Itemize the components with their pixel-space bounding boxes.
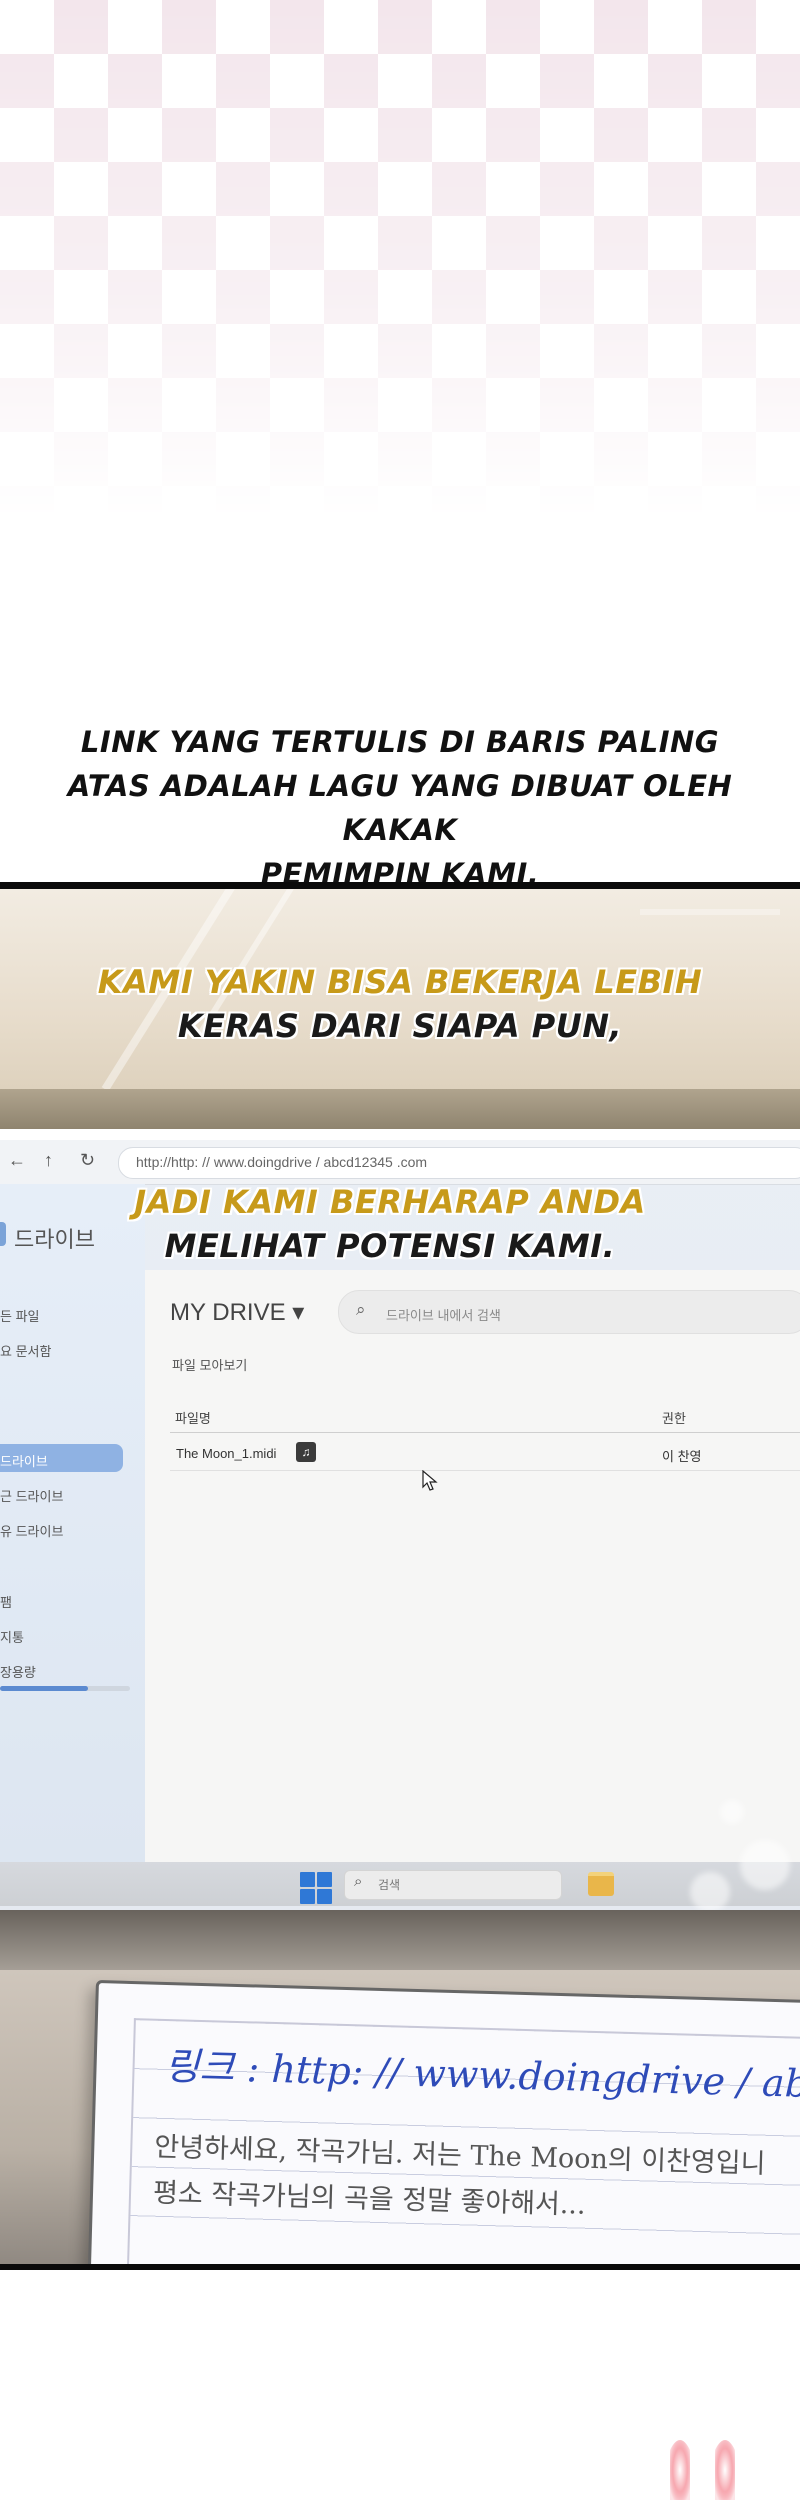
reload-icon[interactable]: ↻: [80, 1150, 95, 1171]
floor-ledge: [0, 1089, 800, 1129]
pink-logo-mark: [670, 2440, 735, 2500]
column-header-filename[interactable]: 파일명: [175, 1408, 211, 1427]
drive-title: 드라이브: [14, 1227, 95, 1252]
monitor-edge: [0, 1910, 800, 1970]
sidebar-item-trash[interactable]: 지통: [0, 1627, 24, 1646]
taskbar-search-icon: ⌕: [354, 1873, 363, 1890]
panel2-line-1: JADI KAMI BERHARAP ANDA: [134, 1183, 646, 1221]
back-arrow-icon[interactable]: ←: [8, 1150, 26, 1171]
storage-bar-fill: [0, 1686, 89, 1691]
table-header-divider: [170, 1432, 800, 1433]
panel1-caption: KAMI YAKIN BISA BEKERJA LEBIH KERAS DARI…: [60, 960, 740, 1048]
panel1-line-2: KERAS DARI SIAPA PUN,: [177, 1007, 623, 1045]
bokeh-light: [720, 1800, 744, 1824]
panel2-line-2: MELIHAT POTENSI KAMI.: [164, 1227, 616, 1265]
address-bar-url: http://http: // www.doingdrive / abcd123…: [136, 1154, 428, 1170]
file-row-name[interactable]: The Moon_1.midi: [176, 1446, 276, 1461]
sidebar-item-my-drive[interactable]: 드라이브: [0, 1451, 48, 1470]
view-all-files-link[interactable]: 파일 모아보기: [172, 1355, 247, 1374]
search-icon: ⌕: [356, 1300, 366, 1319]
panel2-caption: JADI KAMI BERHARAP ANDA MELIHAT POTENSI …: [90, 1180, 690, 1268]
panel1-line-1: KAMI YAKIN BISA BEKERJA LEBIH: [97, 963, 703, 1001]
bokeh-light: [740, 1840, 790, 1890]
table-row-divider: [170, 1470, 800, 1471]
checker-background: [0, 0, 800, 520]
sidebar-item-shared[interactable]: 유 드라이브: [0, 1521, 63, 1540]
up-arrow-icon[interactable]: ↑: [44, 1150, 53, 1171]
folder-icon[interactable]: [588, 1872, 614, 1896]
windows-start-icon[interactable]: [300, 1872, 332, 1904]
taskbar-search-input[interactable]: [344, 1870, 562, 1900]
column-header-permission[interactable]: 권한: [662, 1408, 686, 1427]
sidebar-item-important[interactable]: 요 문서함: [0, 1341, 51, 1360]
narration-caption: LINK YANG TERTULIS DI BARIS PALING ATAS …: [40, 720, 760, 896]
sidebar-item-all-files[interactable]: 든 파일: [0, 1306, 40, 1325]
sidebar-item-recent[interactable]: 근 드라이브: [0, 1486, 63, 1505]
music-file-icon: ♫: [296, 1442, 316, 1462]
drive-logo-icon: [0, 1222, 6, 1246]
file-row-owner: 이 찬영: [662, 1449, 702, 1464]
my-drive-heading[interactable]: MY DRIVE ▾: [170, 1298, 304, 1327]
sidebar-item-storage[interactable]: 장용량: [0, 1662, 36, 1681]
mouse-cursor-icon: [422, 1470, 438, 1491]
sidebar-item-spam[interactable]: 팸: [0, 1592, 12, 1611]
narration-line-2: ATAS ADALAH LAGU YANG DIBUAT OLEH KAKAK: [67, 769, 733, 847]
narration-line-1: LINK YANG TERTULIS DI BARIS PALING: [80, 725, 720, 759]
bokeh-light: [690, 1872, 730, 1912]
drive-search-placeholder: 드라이브 내에서 검색: [386, 1308, 501, 1323]
taskbar-search-placeholder: 검색: [378, 1878, 401, 1892]
